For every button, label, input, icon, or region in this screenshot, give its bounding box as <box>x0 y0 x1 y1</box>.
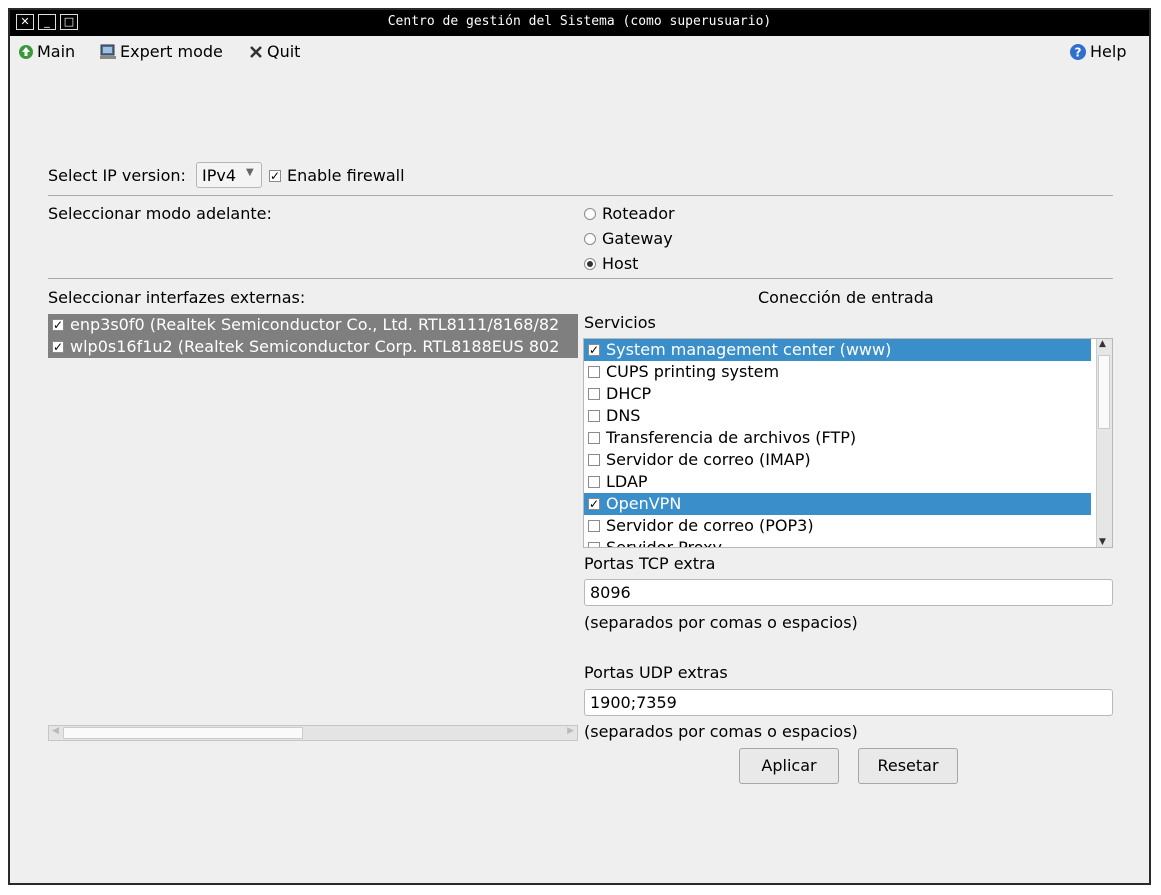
checkbox-icon[interactable] <box>588 366 600 378</box>
list-item[interactable]: Transferencia de archivos (FTP) <box>584 427 1091 449</box>
list-item[interactable]: ✓ OpenVPN <box>584 493 1091 515</box>
radio-host[interactable]: Host <box>584 254 638 273</box>
service-label: OpenVPN <box>606 494 682 513</box>
list-item[interactable]: LDAP <box>584 471 1091 493</box>
service-label: Servidor de correo (POP3) <box>606 516 814 535</box>
checkbox-icon[interactable]: ✓ <box>52 341 64 353</box>
separator <box>48 278 1113 279</box>
menu-help[interactable]: ? Help <box>1069 41 1126 63</box>
radio-gateway-label: Gateway <box>602 229 673 248</box>
checkbox-icon[interactable] <box>588 476 600 488</box>
service-label: LDAP <box>606 472 648 491</box>
menu-main-label: Main <box>37 42 76 61</box>
service-label: Transferencia de archivos (FTP) <box>606 428 857 447</box>
title-bar: ✕ _ □ Centro de gestión del Sistema (com… <box>10 10 1149 36</box>
interfaces-list[interactable]: ✓ enp3s0f0 (Realtek Semiconductor Co., L… <box>48 314 578 730</box>
incoming-title: Conección de entrada <box>758 288 934 307</box>
ip-version-select[interactable]: IPv4 ▼ <box>196 162 262 188</box>
ip-version-label: Select IP version: <box>48 166 186 185</box>
udp-ports-hint: (separados por comas o espacios) <box>584 722 858 741</box>
service-label: Servidor de correo (IMAP) <box>606 450 811 469</box>
service-label: System management center (www) <box>606 340 892 359</box>
menu-quit[interactable]: Quit <box>248 41 300 63</box>
monitor-icon <box>100 44 116 59</box>
checkbox-icon[interactable] <box>588 388 600 400</box>
services-label: Servicios <box>584 313 656 332</box>
tcp-ports-input[interactable]: 8096 <box>584 579 1113 606</box>
app-window: ✕ _ □ Centro de gestión del Sistema (com… <box>8 8 1151 885</box>
vertical-scrollbar[interactable]: ▲ ▼ <box>1096 339 1112 547</box>
radio-roteador[interactable]: Roteador <box>584 204 675 223</box>
back-arrow-icon <box>19 45 33 59</box>
service-label: CUPS printing system <box>606 362 780 381</box>
menu-expert-mode[interactable]: Expert mode <box>99 41 223 63</box>
enable-firewall-checkbox[interactable]: ✓ Enable firewall <box>269 166 405 185</box>
list-item[interactable]: DHCP <box>584 383 1091 405</box>
tcp-ports-label: Portas TCP extra <box>584 554 716 573</box>
radio-indicator <box>584 257 596 270</box>
checkbox-icon[interactable]: ✓ <box>588 344 600 356</box>
checkbox-icon[interactable] <box>588 410 600 422</box>
window-title: Centro de gestión del Sistema (como supe… <box>387 14 772 29</box>
radio-indicator <box>584 207 596 220</box>
separator <box>48 195 1113 196</box>
menu-expert-label: Expert mode <box>120 42 223 61</box>
checkbox-icon[interactable] <box>588 432 600 444</box>
scrollbar-thumb[interactable] <box>1098 355 1110 429</box>
forward-mode-label: Seleccionar modo adelante: <box>48 204 272 223</box>
horizontal-scrollbar[interactable]: ◀ ▶ <box>48 725 578 741</box>
checkbox-icon[interactable]: ✓ <box>52 319 64 331</box>
list-item[interactable]: Servidor Proxy <box>584 537 1091 548</box>
service-label: Servidor Proxy <box>606 538 722 548</box>
udp-ports-input[interactable]: 1900;7359 <box>584 689 1113 716</box>
list-item[interactable]: DNS <box>584 405 1091 427</box>
checkbox-icon[interactable] <box>588 454 600 466</box>
checkbox-icon[interactable] <box>588 542 600 547</box>
firewall-check-icon: ✓ <box>269 168 281 183</box>
tcp-ports-hint: (separados por comas o espacios) <box>584 613 858 632</box>
menu-help-label: Help <box>1090 42 1127 61</box>
chevron-down-icon: ▼ <box>246 167 254 178</box>
service-label: DNS <box>606 406 641 425</box>
checkbox-icon[interactable] <box>588 520 600 532</box>
interface-label: enp3s0f0 (Realtek Semiconductor Co., Ltd… <box>70 315 560 334</box>
radio-indicator <box>584 232 596 245</box>
apply-button[interactable]: Aplicar <box>739 748 839 784</box>
scroll-down-icon[interactable]: ▼ <box>1099 537 1106 547</box>
list-item[interactable]: CUPS printing system <box>584 361 1091 383</box>
menu-main[interactable]: Main <box>18 41 75 63</box>
list-item[interactable]: ✓ System management center (www) <box>584 339 1091 361</box>
ip-version-value: IPv4 <box>202 166 237 185</box>
scroll-up-icon[interactable]: ▲ <box>1099 339 1106 349</box>
svg-text:?: ? <box>1075 46 1082 60</box>
list-item[interactable]: Servidor de correo (POP3) <box>584 515 1091 537</box>
list-item[interactable]: ✓ wlp0s16f1u2 (Realtek Semiconductor Cor… <box>48 336 578 358</box>
radio-gateway[interactable]: Gateway <box>584 229 673 248</box>
services-list[interactable]: ✓ System management center (www) CUPS pri… <box>583 338 1113 548</box>
reset-button[interactable]: Resetar <box>858 748 958 784</box>
quit-x-icon <box>250 46 262 58</box>
list-item[interactable]: Servidor de correo (IMAP) <box>584 449 1091 471</box>
udp-ports-label: Portas UDP extras <box>584 663 728 682</box>
radio-host-label: Host <box>602 254 639 273</box>
radio-roteador-label: Roteador <box>602 204 675 223</box>
firewall-label: Enable firewall <box>287 166 405 185</box>
interface-label: wlp0s16f1u2 (Realtek Semiconductor Corp.… <box>70 337 560 356</box>
scroll-left-icon[interactable]: ◀ <box>52 726 59 736</box>
checkbox-icon[interactable]: ✓ <box>588 498 600 510</box>
help-icon: ? <box>1070 44 1086 60</box>
scroll-right-icon[interactable]: ▶ <box>567 726 574 736</box>
menu-quit-label: Quit <box>267 42 301 61</box>
list-item[interactable]: ✓ enp3s0f0 (Realtek Semiconductor Co., L… <box>48 314 578 336</box>
scrollbar-thumb[interactable] <box>63 727 303 739</box>
service-label: DHCP <box>606 384 652 403</box>
interfaces-label: Seleccionar interfazes externas: <box>48 288 306 307</box>
